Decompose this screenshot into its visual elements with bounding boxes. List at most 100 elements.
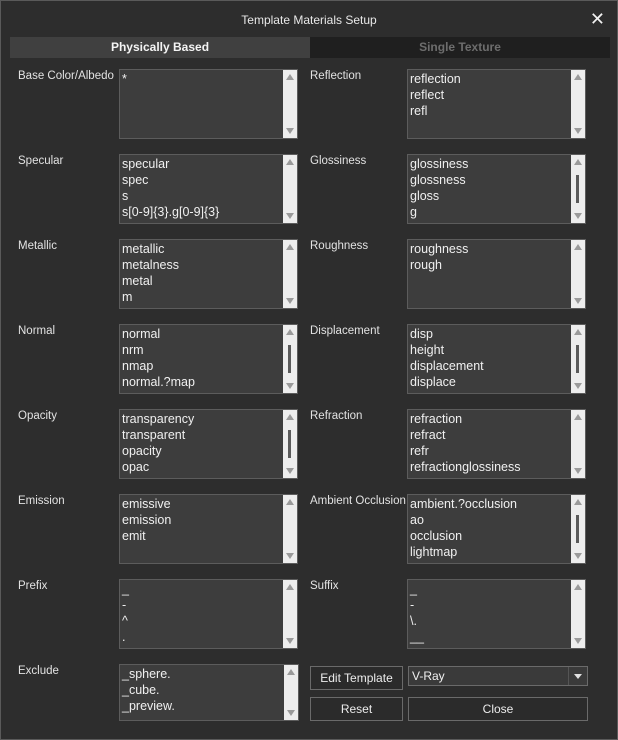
- list-item[interactable]: height: [410, 342, 571, 358]
- scroll-up-icon[interactable]: [574, 329, 582, 335]
- list-item[interactable]: _sphere.: [122, 666, 284, 682]
- opacity-list[interactable]: transparency transparent opacity opac: [119, 409, 298, 479]
- close-icon[interactable]: ✕: [590, 7, 605, 31]
- scrollbar[interactable]: [283, 580, 297, 648]
- scrollbar[interactable]: [571, 325, 585, 393]
- scroll-thumb[interactable]: [288, 430, 291, 458]
- list-item[interactable]: nmap: [122, 358, 283, 374]
- scroll-up-icon[interactable]: [574, 159, 582, 165]
- list-item[interactable]: ^: [122, 613, 283, 629]
- tab-single-texture[interactable]: Single Texture: [310, 37, 610, 58]
- list-item[interactable]: refract: [410, 427, 571, 443]
- tab-physically-based[interactable]: Physically Based: [10, 37, 310, 58]
- scroll-up-icon[interactable]: [574, 414, 582, 420]
- roughness-list[interactable]: roughness rough: [407, 239, 586, 309]
- scroll-down-icon[interactable]: [286, 638, 294, 644]
- list-item[interactable]: glossness: [410, 172, 571, 188]
- scroll-down-icon[interactable]: [286, 213, 294, 219]
- scrollbar[interactable]: [571, 155, 585, 223]
- scroll-down-icon[interactable]: [574, 383, 582, 389]
- scroll-up-icon[interactable]: [286, 499, 294, 505]
- list-item[interactable]: occlusion: [410, 528, 571, 544]
- list-item[interactable]: refractionglossiness: [410, 459, 571, 475]
- list-item[interactable]: .: [122, 629, 283, 645]
- list-item[interactable]: disp: [410, 326, 571, 342]
- scroll-down-icon[interactable]: [286, 298, 294, 304]
- list-item[interactable]: emission: [122, 512, 283, 528]
- list-item[interactable]: reflect: [410, 87, 571, 103]
- scroll-down-icon[interactable]: [574, 468, 582, 474]
- list-item[interactable]: _preview.: [122, 698, 284, 714]
- scrollbar[interactable]: [283, 240, 297, 308]
- scroll-thumb[interactable]: [576, 515, 579, 543]
- displacement-list[interactable]: disp height displacement displace: [407, 324, 586, 394]
- scroll-down-icon[interactable]: [286, 383, 294, 389]
- list-item[interactable]: -: [410, 597, 571, 613]
- list-item[interactable]: spec: [122, 172, 283, 188]
- scroll-down-icon[interactable]: [286, 128, 294, 134]
- list-item[interactable]: lightmap: [410, 544, 571, 560]
- scroll-up-icon[interactable]: [286, 584, 294, 590]
- list-item[interactable]: emissive: [122, 496, 283, 512]
- list-item[interactable]: metal: [122, 273, 283, 289]
- scrollbar[interactable]: [283, 410, 297, 478]
- list-item[interactable]: metallic: [122, 241, 283, 257]
- list-item[interactable]: opac: [122, 459, 283, 475]
- list-item[interactable]: \.: [410, 613, 571, 629]
- list-item[interactable]: transparency: [122, 411, 283, 427]
- list-item[interactable]: ao: [410, 512, 571, 528]
- reflection-list[interactable]: reflection reflect refl: [407, 69, 586, 139]
- dropdown-button[interactable]: [568, 667, 587, 685]
- scrollbar[interactable]: [571, 580, 585, 648]
- scroll-up-icon[interactable]: [286, 329, 294, 335]
- list-item[interactable]: transparent: [122, 427, 283, 443]
- list-item[interactable]: ambient.?occlusion: [410, 496, 571, 512]
- scroll-down-icon[interactable]: [574, 638, 582, 644]
- exclude-list[interactable]: _sphere. _cube. _preview.: [119, 664, 299, 721]
- scroll-up-icon[interactable]: [286, 74, 294, 80]
- emission-list[interactable]: emissive emission emit: [119, 494, 298, 564]
- list-item[interactable]: __: [410, 629, 571, 645]
- scroll-thumb[interactable]: [288, 345, 291, 373]
- scroll-down-icon[interactable]: [287, 710, 295, 716]
- scroll-down-icon[interactable]: [286, 468, 294, 474]
- list-item[interactable]: *: [122, 71, 283, 87]
- list-item[interactable]: metalness: [122, 257, 283, 273]
- list-item[interactable]: opacity: [122, 443, 283, 459]
- metallic-list[interactable]: metallic metalness metal m: [119, 239, 298, 309]
- scrollbar[interactable]: [571, 70, 585, 138]
- list-item[interactable]: reflection: [410, 71, 571, 87]
- list-item[interactable]: normal: [122, 326, 283, 342]
- scroll-thumb[interactable]: [576, 175, 579, 203]
- list-item[interactable]: _: [122, 581, 283, 597]
- scroll-down-icon[interactable]: [574, 213, 582, 219]
- list-item[interactable]: refraction: [410, 411, 571, 427]
- list-item[interactable]: emit: [122, 528, 283, 544]
- list-item[interactable]: s: [122, 188, 283, 204]
- edit-template-button[interactable]: Edit Template: [310, 666, 403, 690]
- list-item[interactable]: nrm: [122, 342, 283, 358]
- specular-list[interactable]: specular spec s s[0-9]{3}.g[0-9]{3}: [119, 154, 298, 224]
- list-item[interactable]: glossiness: [410, 156, 571, 172]
- scroll-up-icon[interactable]: [286, 414, 294, 420]
- scrollbar[interactable]: [283, 70, 297, 138]
- scroll-up-icon[interactable]: [287, 669, 295, 675]
- glossiness-list[interactable]: glossiness glossness gloss g: [407, 154, 586, 224]
- scrollbar[interactable]: [283, 325, 297, 393]
- scrollbar[interactable]: [571, 495, 585, 563]
- scrollbar[interactable]: [283, 495, 297, 563]
- scroll-up-icon[interactable]: [574, 584, 582, 590]
- scroll-up-icon[interactable]: [286, 244, 294, 250]
- scroll-thumb[interactable]: [576, 345, 579, 373]
- list-item[interactable]: _cube.: [122, 682, 284, 698]
- scrollbar[interactable]: [571, 410, 585, 478]
- list-item[interactable]: _: [410, 581, 571, 597]
- scroll-down-icon[interactable]: [286, 553, 294, 559]
- list-item[interactable]: displacement: [410, 358, 571, 374]
- list-item[interactable]: normal.?map: [122, 374, 283, 390]
- renderer-select[interactable]: V-Ray: [408, 666, 588, 686]
- ambient-occlusion-list[interactable]: ambient.?occlusion ao occlusion lightmap: [407, 494, 586, 564]
- scroll-up-icon[interactable]: [574, 244, 582, 250]
- list-item[interactable]: gloss: [410, 188, 571, 204]
- base-color-list[interactable]: *: [119, 69, 298, 139]
